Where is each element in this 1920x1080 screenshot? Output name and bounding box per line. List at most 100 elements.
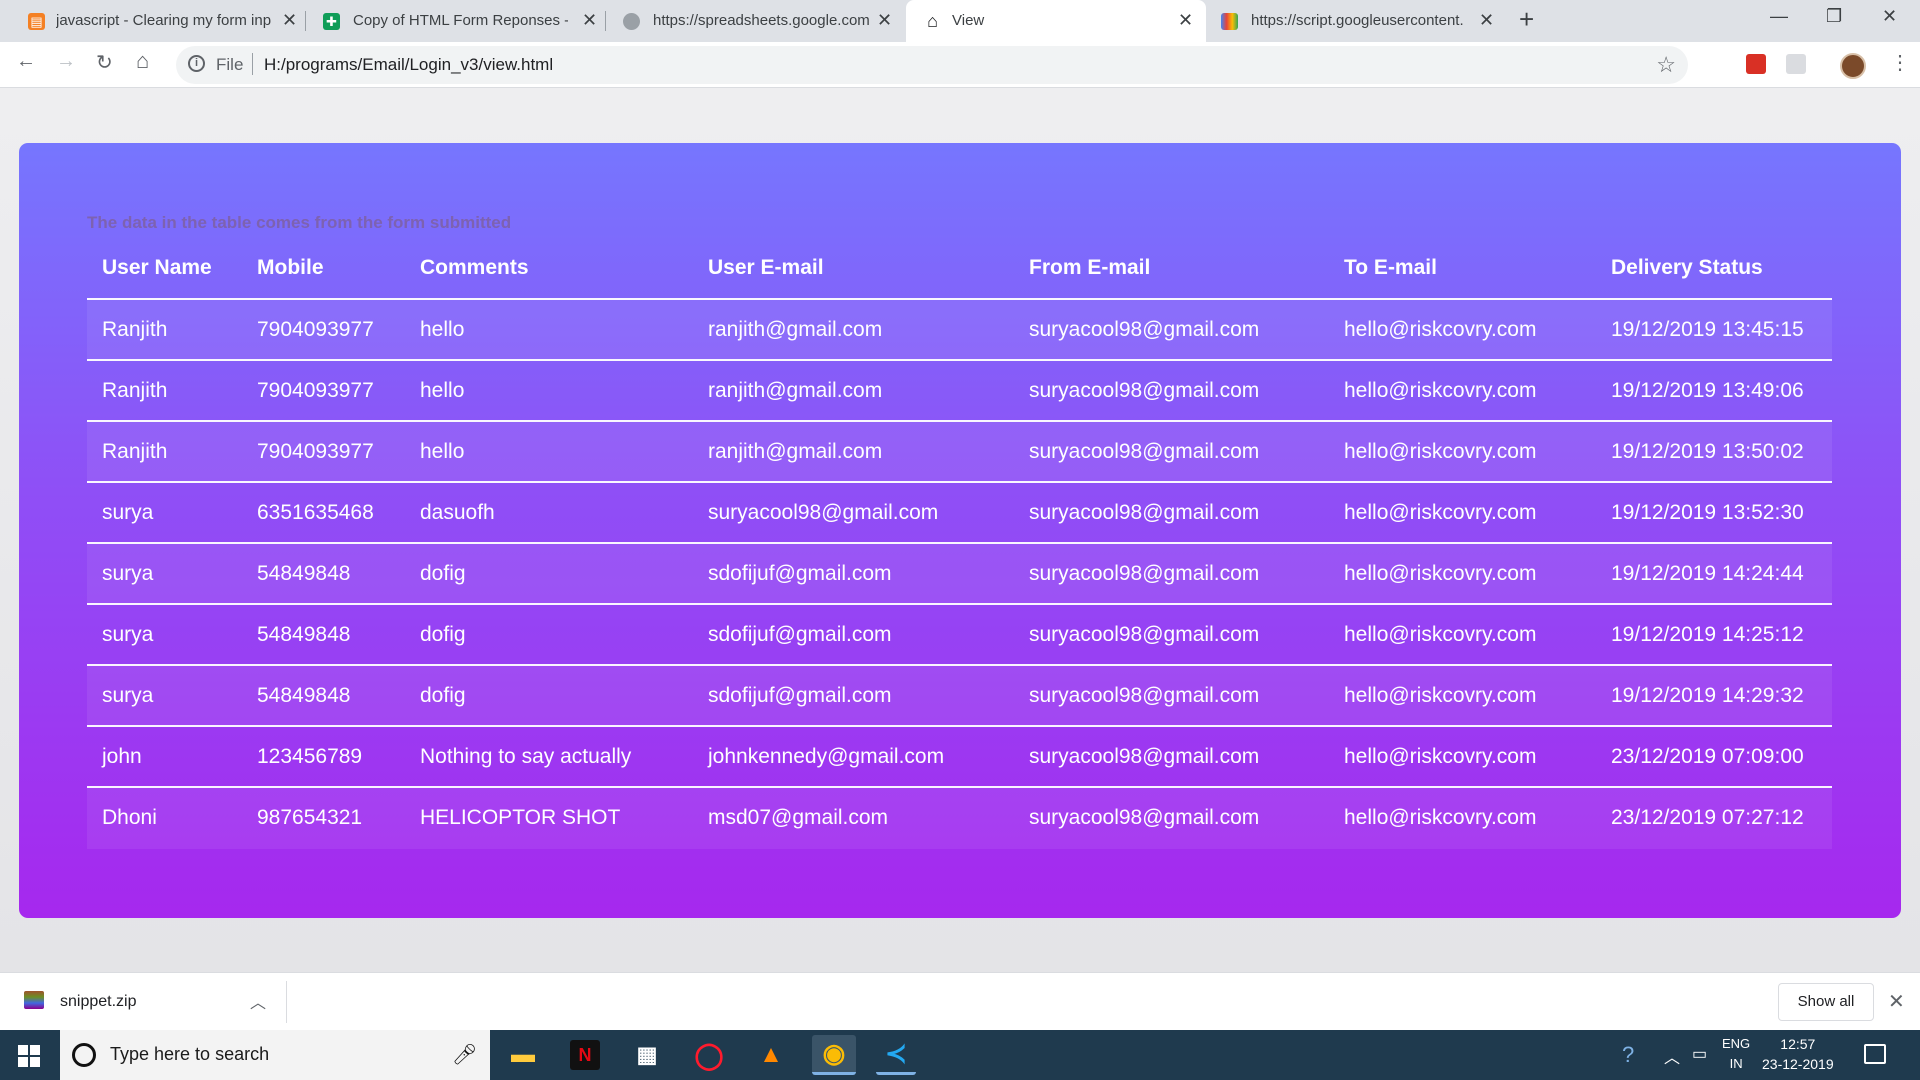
restore-icon[interactable]: ❐ bbox=[1826, 6, 1842, 27]
home-icon[interactable]: ⌂ bbox=[136, 48, 149, 74]
microphone-icon[interactable]: 🎤︎ bbox=[452, 1042, 477, 1067]
browser-toolbar: ← → ↻ ⌂ i File H:/programs/Email/Login_v… bbox=[0, 42, 1920, 88]
cell-mobile: 7904093977 bbox=[257, 440, 374, 463]
close-shelf-icon[interactable]: ✕ bbox=[1888, 989, 1905, 1014]
cell-from-email: suryacool98@gmail.com bbox=[1029, 806, 1260, 829]
battery-icon[interactable]: ▭ bbox=[1692, 1044, 1707, 1064]
cell-delivery-status: 19/12/2019 14:29:32 bbox=[1611, 684, 1804, 707]
back-icon[interactable]: ← bbox=[16, 50, 36, 73]
cell-to-email: hello@riskcovry.com bbox=[1344, 623, 1537, 646]
url-text[interactable]: H:/programs/Email/Login_v3/view.html bbox=[264, 55, 553, 75]
tab-copy-of-html-form[interactable]: ✚ Copy of HTML Form Reponses - ✕ bbox=[305, 0, 605, 42]
cell-comments: dofig bbox=[420, 623, 466, 646]
cell-delivery-status: 19/12/2019 14:25:12 bbox=[1611, 623, 1804, 646]
column-header-from-email: From E-mail bbox=[1029, 256, 1151, 279]
tab-title: https://script.googleusercontent. bbox=[1251, 12, 1464, 29]
vlc-icon[interactable]: ▲ bbox=[756, 1040, 786, 1070]
cell-mobile: 54849848 bbox=[257, 562, 351, 585]
cell-mobile: 7904093977 bbox=[257, 379, 374, 402]
cell-delivery-status: 19/12/2019 13:45:15 bbox=[1611, 318, 1804, 341]
chevron-up-tray-icon[interactable]: ︿ bbox=[1664, 1044, 1680, 1068]
cell-user-name: Ranjith bbox=[102, 379, 168, 402]
table-row: Dhoni 987654321 HELICOPTOR SHOT msd07@gmail… bbox=[87, 788, 1832, 849]
sheets-favicon-icon: ✚ bbox=[323, 13, 340, 30]
cell-comments: dasuofh bbox=[420, 501, 495, 524]
cell-comments: hello bbox=[420, 318, 465, 341]
close-tab-icon[interactable]: ✕ bbox=[282, 10, 297, 31]
tab-javascript[interactable]: ▤ javascript - Clearing my form inp ✕ bbox=[0, 0, 305, 42]
lang-code: ENG bbox=[1722, 1036, 1751, 1051]
close-tab-icon[interactable]: ✕ bbox=[582, 10, 597, 31]
windows-start-icon[interactable] bbox=[18, 1045, 40, 1067]
table-row: surya 54849848 dofig sdofijuf@gmail.com sury… bbox=[87, 544, 1832, 605]
extension-icon[interactable] bbox=[1786, 54, 1806, 74]
cell-from-email: suryacool98@gmail.com bbox=[1029, 440, 1260, 463]
kebab-menu-icon[interactable]: ⋮ bbox=[1890, 50, 1910, 75]
cell-user-email: sdofijuf@gmail.com bbox=[708, 623, 892, 646]
column-header-comments: Comments bbox=[420, 256, 529, 279]
cell-mobile: 123456789 bbox=[257, 745, 363, 768]
table-header-row: User Name Mobile Comments User E-mail Fr… bbox=[87, 238, 1832, 300]
store-icon[interactable]: ▦ bbox=[632, 1040, 662, 1070]
cell-delivery-status: 19/12/2019 13:52:30 bbox=[1611, 501, 1804, 524]
netflix-icon[interactable]: N bbox=[570, 1040, 600, 1070]
forward-icon[interactable]: → bbox=[56, 50, 76, 73]
opera-icon[interactable]: ◯ bbox=[694, 1040, 724, 1070]
cell-from-email: suryacool98@gmail.com bbox=[1029, 562, 1260, 585]
cortana-icon bbox=[72, 1043, 96, 1067]
clock-time: 12:57 bbox=[1780, 1036, 1816, 1052]
close-window-icon[interactable]: ✕ bbox=[1882, 6, 1897, 27]
reload-icon[interactable]: ↻ bbox=[96, 50, 113, 75]
download-file-name[interactable]: snippet.zip bbox=[60, 993, 137, 1011]
cell-user-name: surya bbox=[102, 501, 154, 524]
new-tab-button[interactable]: + bbox=[1519, 4, 1534, 35]
close-tab-icon[interactable]: ✕ bbox=[1479, 10, 1494, 31]
cell-user-name: surya bbox=[102, 684, 154, 707]
system-clock[interactable]: 12:57 23-12-2019 bbox=[1762, 1034, 1834, 1074]
pdf-extension-icon[interactable] bbox=[1746, 54, 1766, 74]
vscode-icon[interactable]: ≺ bbox=[876, 1035, 916, 1075]
taskbar-search-box[interactable]: Type here to search 🎤︎ bbox=[60, 1030, 490, 1080]
cell-user-email: msd07@gmail.com bbox=[708, 806, 889, 829]
cell-comments: Nothing to say actually bbox=[420, 745, 632, 768]
notification-icon[interactable] bbox=[1864, 1044, 1886, 1064]
info-icon[interactable]: i bbox=[188, 55, 205, 72]
table-row: Ranjith 7904093977 hello ranjith@gmail.com s… bbox=[87, 300, 1832, 361]
close-tab-icon[interactable]: ✕ bbox=[877, 10, 892, 31]
tab-title: https://spreadsheets.google.com bbox=[653, 12, 870, 29]
cell-user-email: ranjith@gmail.com bbox=[708, 379, 883, 402]
cell-delivery-status: 19/12/2019 14:24:44 bbox=[1611, 562, 1804, 585]
cell-to-email: hello@riskcovry.com bbox=[1344, 562, 1537, 585]
profile-avatar[interactable] bbox=[1840, 53, 1866, 79]
file-explorer-icon[interactable]: ▬ bbox=[508, 1040, 538, 1070]
tab-script-googleusercontent[interactable]: https://script.googleusercontent. ✕ bbox=[1207, 0, 1507, 42]
minimize-icon[interactable]: — bbox=[1770, 6, 1788, 27]
column-header-to-email: To E-mail bbox=[1344, 256, 1437, 279]
help-icon[interactable]: ? bbox=[1622, 1042, 1634, 1068]
tab-title: javascript - Clearing my form inp bbox=[56, 12, 271, 29]
cell-user-email: ranjith@gmail.com bbox=[708, 318, 883, 341]
bookmark-star-icon[interactable]: ☆ bbox=[1656, 52, 1676, 78]
column-header-mobile: Mobile bbox=[257, 256, 324, 279]
show-all-button[interactable]: Show all bbox=[1778, 983, 1874, 1021]
cell-delivery-status: 23/12/2019 07:27:12 bbox=[1611, 806, 1804, 829]
cell-from-email: suryacool98@gmail.com bbox=[1029, 684, 1260, 707]
chrome-icon[interactable]: ◉ bbox=[812, 1035, 856, 1075]
address-bar[interactable]: i File H:/programs/Email/Login_v3/view.h… bbox=[176, 46, 1688, 84]
close-tab-icon[interactable]: ✕ bbox=[1178, 10, 1193, 31]
globe-icon bbox=[623, 13, 640, 30]
cell-from-email: suryacool98@gmail.com bbox=[1029, 318, 1260, 341]
scheme-label: File bbox=[216, 55, 244, 74]
language-indicator[interactable]: ENG IN bbox=[1722, 1034, 1750, 1074]
cell-to-email: hello@riskcovry.com bbox=[1344, 379, 1537, 402]
tab-view[interactable]: ⌂ View ✕ bbox=[906, 0, 1206, 42]
chevron-up-icon[interactable]: ︿ bbox=[250, 989, 266, 1013]
cell-user-email: suryacool98@gmail.com bbox=[708, 501, 939, 524]
cell-user-name: Dhoni bbox=[102, 806, 157, 829]
cell-delivery-status: 23/12/2019 07:09:00 bbox=[1611, 745, 1804, 768]
cell-mobile: 7904093977 bbox=[257, 318, 374, 341]
cell-comments: hello bbox=[420, 440, 465, 463]
tab-spreadsheets[interactable]: https://spreadsheets.google.com ✕ bbox=[605, 0, 905, 42]
cell-comments: dofig bbox=[420, 684, 466, 707]
cell-to-email: hello@riskcovry.com bbox=[1344, 318, 1537, 341]
